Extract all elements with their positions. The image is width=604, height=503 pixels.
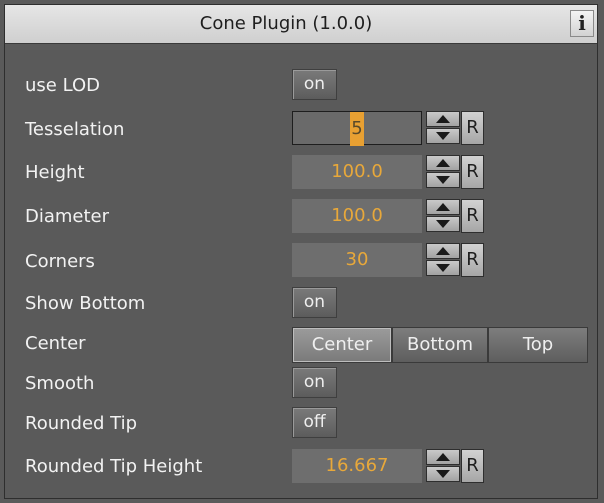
- corners-input[interactable]: 30: [292, 243, 422, 277]
- diameter-spinner: [426, 199, 460, 233]
- corners-reset-button[interactable]: R: [461, 243, 484, 277]
- tesselation-value: 5: [350, 112, 364, 146]
- panel-title: Cone Plugin (1.0.0): [199, 13, 373, 34]
- rounded-tip-height-spinner: [426, 449, 460, 483]
- smooth-toggle[interactable]: on: [292, 367, 337, 398]
- rounded-tip-height-label: Rounded Tip Height: [25, 456, 203, 477]
- triangle-up-icon: [436, 159, 450, 167]
- corners-label: Corners: [25, 251, 95, 272]
- center-option-center[interactable]: Center: [292, 327, 392, 363]
- rounded-tip-height-decrement-button[interactable]: [426, 466, 460, 482]
- height-decrement-button[interactable]: [426, 172, 460, 188]
- triangle-down-icon: [436, 132, 450, 140]
- triangle-down-icon: [436, 264, 450, 272]
- height-increment-button[interactable]: [426, 155, 460, 171]
- show-bottom-toggle[interactable]: on: [292, 287, 337, 318]
- rounded-tip-height-increment-button[interactable]: [426, 449, 460, 465]
- title-bar: Cone Plugin (1.0.0) i: [5, 5, 597, 44]
- rounded-tip-height-reset-button[interactable]: R: [461, 449, 484, 483]
- height-reset-button[interactable]: R: [461, 155, 484, 189]
- rounded-tip-toggle[interactable]: off: [292, 407, 337, 438]
- tesselation-label: Tesselation: [25, 119, 125, 140]
- use-lod-toggle[interactable]: on: [292, 69, 337, 100]
- use-lod-label: use LOD: [25, 75, 100, 96]
- triangle-up-icon: [436, 453, 450, 461]
- tesselation-decrement-button[interactable]: [426, 128, 460, 144]
- center-option-top[interactable]: Top: [488, 327, 588, 363]
- cone-plugin-panel: Cone Plugin (1.0.0) i use LOD on Tessela…: [4, 4, 598, 499]
- triangle-down-icon: [436, 220, 450, 228]
- center-label: Center: [25, 333, 86, 354]
- center-option-bottom[interactable]: Bottom: [392, 327, 488, 363]
- smooth-label: Smooth: [25, 373, 95, 394]
- tesselation-reset-button[interactable]: R: [461, 111, 484, 145]
- show-bottom-label: Show Bottom: [25, 293, 146, 314]
- diameter-decrement-button[interactable]: [426, 216, 460, 232]
- triangle-down-icon: [436, 176, 450, 184]
- info-icon[interactable]: i: [570, 10, 594, 37]
- triangle-down-icon: [436, 470, 450, 478]
- rounded-tip-label: Rounded Tip: [25, 413, 138, 434]
- diameter-label: Diameter: [25, 206, 110, 227]
- corners-spinner: [426, 243, 460, 277]
- diameter-reset-button[interactable]: R: [461, 199, 484, 233]
- corners-increment-button[interactable]: [426, 243, 460, 259]
- center-segmented-control: Center Bottom Top: [292, 327, 588, 363]
- tesselation-input[interactable]: 5: [292, 111, 422, 146]
- height-spinner: [426, 155, 460, 189]
- triangle-up-icon: [436, 247, 450, 255]
- rounded-tip-height-input[interactable]: 16.667: [292, 449, 422, 483]
- corners-decrement-button[interactable]: [426, 260, 460, 276]
- diameter-input[interactable]: 100.0: [292, 199, 422, 233]
- height-label: Height: [25, 162, 85, 183]
- tesselation-increment-button[interactable]: [426, 111, 460, 127]
- triangle-up-icon: [436, 203, 450, 211]
- tesselation-spinner: [426, 111, 460, 145]
- diameter-increment-button[interactable]: [426, 199, 460, 215]
- height-input[interactable]: 100.0: [292, 155, 422, 189]
- triangle-up-icon: [436, 115, 450, 123]
